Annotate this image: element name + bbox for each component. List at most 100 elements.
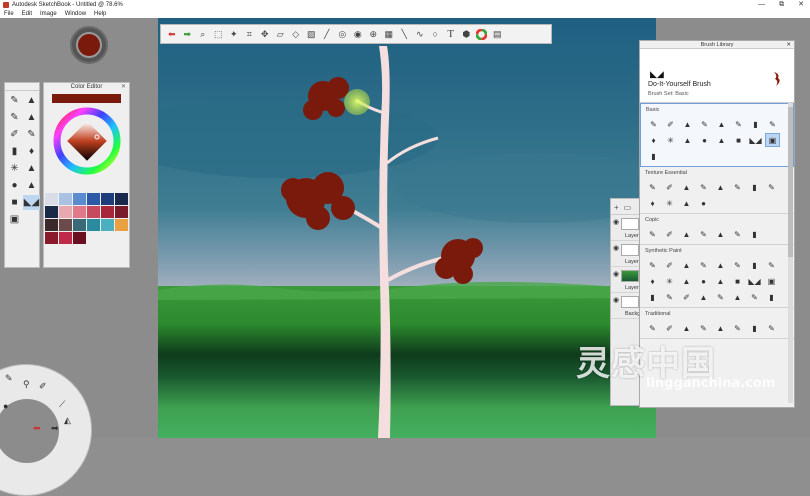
brush-item[interactable]: ▲ bbox=[679, 180, 694, 194]
brush-palette-item[interactable]: ✳ bbox=[6, 161, 23, 176]
color-swatch[interactable] bbox=[115, 193, 128, 205]
brush-item[interactable]: ✎ bbox=[765, 117, 780, 131]
redo-icon[interactable]: ➡ bbox=[180, 26, 196, 42]
brush-palette-item[interactable]: ▲ bbox=[23, 178, 40, 193]
brush-item[interactable]: ▲ bbox=[679, 196, 694, 210]
brush-item[interactable]: ▲ bbox=[713, 180, 728, 194]
shape-icon[interactable]: ○ bbox=[428, 26, 444, 42]
symmetry-icon[interactable]: ⊕ bbox=[366, 26, 382, 42]
add-layer-icon[interactable]: + bbox=[614, 203, 619, 212]
brush-item[interactable]: ✎ bbox=[697, 117, 712, 131]
menu-file[interactable]: File bbox=[4, 11, 14, 17]
brush-palette-item[interactable]: ■ bbox=[6, 195, 23, 210]
maximize-button[interactable]: ⧉ bbox=[779, 0, 784, 9]
color-swatch[interactable] bbox=[115, 206, 128, 218]
brush-item[interactable]: ▮ bbox=[747, 258, 762, 272]
brush-item[interactable]: ✐ bbox=[662, 321, 677, 335]
brush-item[interactable]: ▲ bbox=[713, 321, 728, 335]
magic-wand-icon[interactable]: ✦ bbox=[226, 26, 242, 42]
brush-item[interactable]: ✎ bbox=[764, 180, 779, 194]
brush-item[interactable]: ● bbox=[697, 133, 712, 147]
color-swatch[interactable] bbox=[45, 232, 58, 244]
menu-image[interactable]: Image bbox=[40, 11, 57, 17]
brush-palette-item[interactable]: ▮ bbox=[6, 144, 23, 159]
brush-item[interactable]: ▮ bbox=[747, 321, 762, 335]
line-icon[interactable]: ╲ bbox=[397, 26, 413, 42]
brush-item[interactable]: ✎ bbox=[696, 227, 711, 241]
lagoon-ruler-icon[interactable]: ⟋ bbox=[59, 399, 65, 410]
brush-item[interactable]: ✎ bbox=[696, 321, 711, 335]
color-swatch[interactable] bbox=[59, 206, 72, 218]
brush-item[interactable]: ◣◢ bbox=[747, 274, 762, 288]
color-swatch[interactable] bbox=[45, 206, 58, 218]
close-button[interactable]: ✕ bbox=[798, 0, 804, 9]
brush-item[interactable]: ✎ bbox=[730, 227, 745, 241]
close-icon[interactable]: ✕ bbox=[121, 83, 126, 92]
color-swatch[interactable] bbox=[59, 232, 72, 244]
transform-icon[interactable]: ✥ bbox=[257, 26, 273, 42]
brush-item[interactable]: ✎ bbox=[730, 180, 745, 194]
zoom-icon[interactable]: ⌕ bbox=[195, 26, 211, 42]
brush-item[interactable]: ▮ bbox=[748, 117, 763, 131]
eye-icon[interactable]: ◉ bbox=[613, 218, 619, 226]
brush-item[interactable]: ✎ bbox=[730, 321, 745, 335]
brush-item[interactable]: ▲ bbox=[714, 133, 729, 147]
color-swatch[interactable] bbox=[59, 219, 72, 231]
brush-item[interactable]: ▮ bbox=[646, 149, 661, 163]
brush-item[interactable]: ✎ bbox=[764, 258, 779, 272]
color-swatch[interactable] bbox=[73, 206, 86, 218]
color-swatch[interactable] bbox=[101, 219, 114, 231]
brush-item[interactable]: ✎ bbox=[645, 227, 660, 241]
brush-item[interactable]: ▮ bbox=[747, 227, 762, 241]
color-swatch[interactable] bbox=[45, 219, 58, 231]
brush-item[interactable]: ▲ bbox=[713, 227, 728, 241]
color-swatch[interactable] bbox=[115, 219, 128, 231]
brush-item[interactable]: ✐ bbox=[679, 290, 694, 304]
brush-item[interactable]: ▲ bbox=[679, 321, 694, 335]
brush-item[interactable]: ✎ bbox=[730, 258, 745, 272]
curve-icon[interactable]: ∿ bbox=[412, 26, 428, 42]
brush-item[interactable]: ✎ bbox=[645, 258, 660, 272]
brush-palette-item[interactable]: ✎ bbox=[6, 93, 23, 108]
undo-icon[interactable]: ⬅ bbox=[164, 26, 180, 42]
color-swatch[interactable] bbox=[87, 206, 100, 218]
color-puck[interactable] bbox=[70, 26, 108, 64]
eye-icon[interactable]: ◉ bbox=[613, 270, 619, 278]
brush-item[interactable]: ♦ bbox=[646, 133, 661, 147]
lagoon-pencil-icon[interactable]: ✐ bbox=[39, 381, 47, 392]
copic-library-icon[interactable]: ⬢ bbox=[459, 26, 475, 42]
brush-item[interactable]: ▲ bbox=[679, 227, 694, 241]
brush-item[interactable]: ▮ bbox=[747, 180, 762, 194]
brush-item[interactable]: ♦ bbox=[645, 196, 660, 210]
color-swatch[interactable] bbox=[59, 193, 72, 205]
brush-item[interactable]: ▲ bbox=[680, 117, 695, 131]
brush-palette-item[interactable]: ● bbox=[6, 178, 23, 193]
menu-window[interactable]: Window bbox=[65, 11, 86, 17]
brush-palette-item[interactable]: ▣ bbox=[6, 212, 23, 227]
menu-help[interactable]: Help bbox=[94, 11, 106, 17]
brush-item[interactable]: ▣ bbox=[764, 274, 779, 288]
brush-palette-item[interactable]: ▲ bbox=[23, 161, 40, 176]
crop-icon[interactable]: ⌗ bbox=[242, 26, 258, 42]
color-swatch[interactable] bbox=[45, 193, 58, 205]
distort-icon[interactable]: ▱ bbox=[273, 26, 289, 42]
lagoon-redo-icon[interactable]: ➡ bbox=[51, 423, 59, 434]
color-swatch[interactable] bbox=[73, 193, 86, 205]
ellipse-guide-icon[interactable]: ◎ bbox=[335, 26, 351, 42]
lagoon-eraser-icon[interactable]: ✎ bbox=[5, 373, 13, 384]
ruler-icon[interactable]: ╱ bbox=[319, 26, 335, 42]
brush-item[interactable]: ✎ bbox=[645, 321, 660, 335]
brush-item[interactable]: ◣◢ bbox=[748, 133, 763, 147]
brush-item[interactable]: ✎ bbox=[713, 290, 728, 304]
brush-palette-item[interactable]: ♦ bbox=[23, 144, 40, 159]
brush-item[interactable]: ▣ bbox=[765, 133, 780, 147]
color-swatch[interactable] bbox=[101, 193, 114, 205]
close-icon[interactable]: ✕ bbox=[786, 41, 791, 49]
perspective-icon[interactable]: ◇ bbox=[288, 26, 304, 42]
brush-item[interactable]: ▲ bbox=[696, 290, 711, 304]
brush-palette-item[interactable]: ◣◢ bbox=[23, 195, 40, 210]
brush-item[interactable]: ✎ bbox=[696, 180, 711, 194]
brush-palette-item[interactable]: ▲ bbox=[23, 110, 40, 125]
brush-item[interactable]: ✎ bbox=[696, 258, 711, 272]
layer-folder-icon[interactable]: ▭ bbox=[624, 203, 632, 212]
